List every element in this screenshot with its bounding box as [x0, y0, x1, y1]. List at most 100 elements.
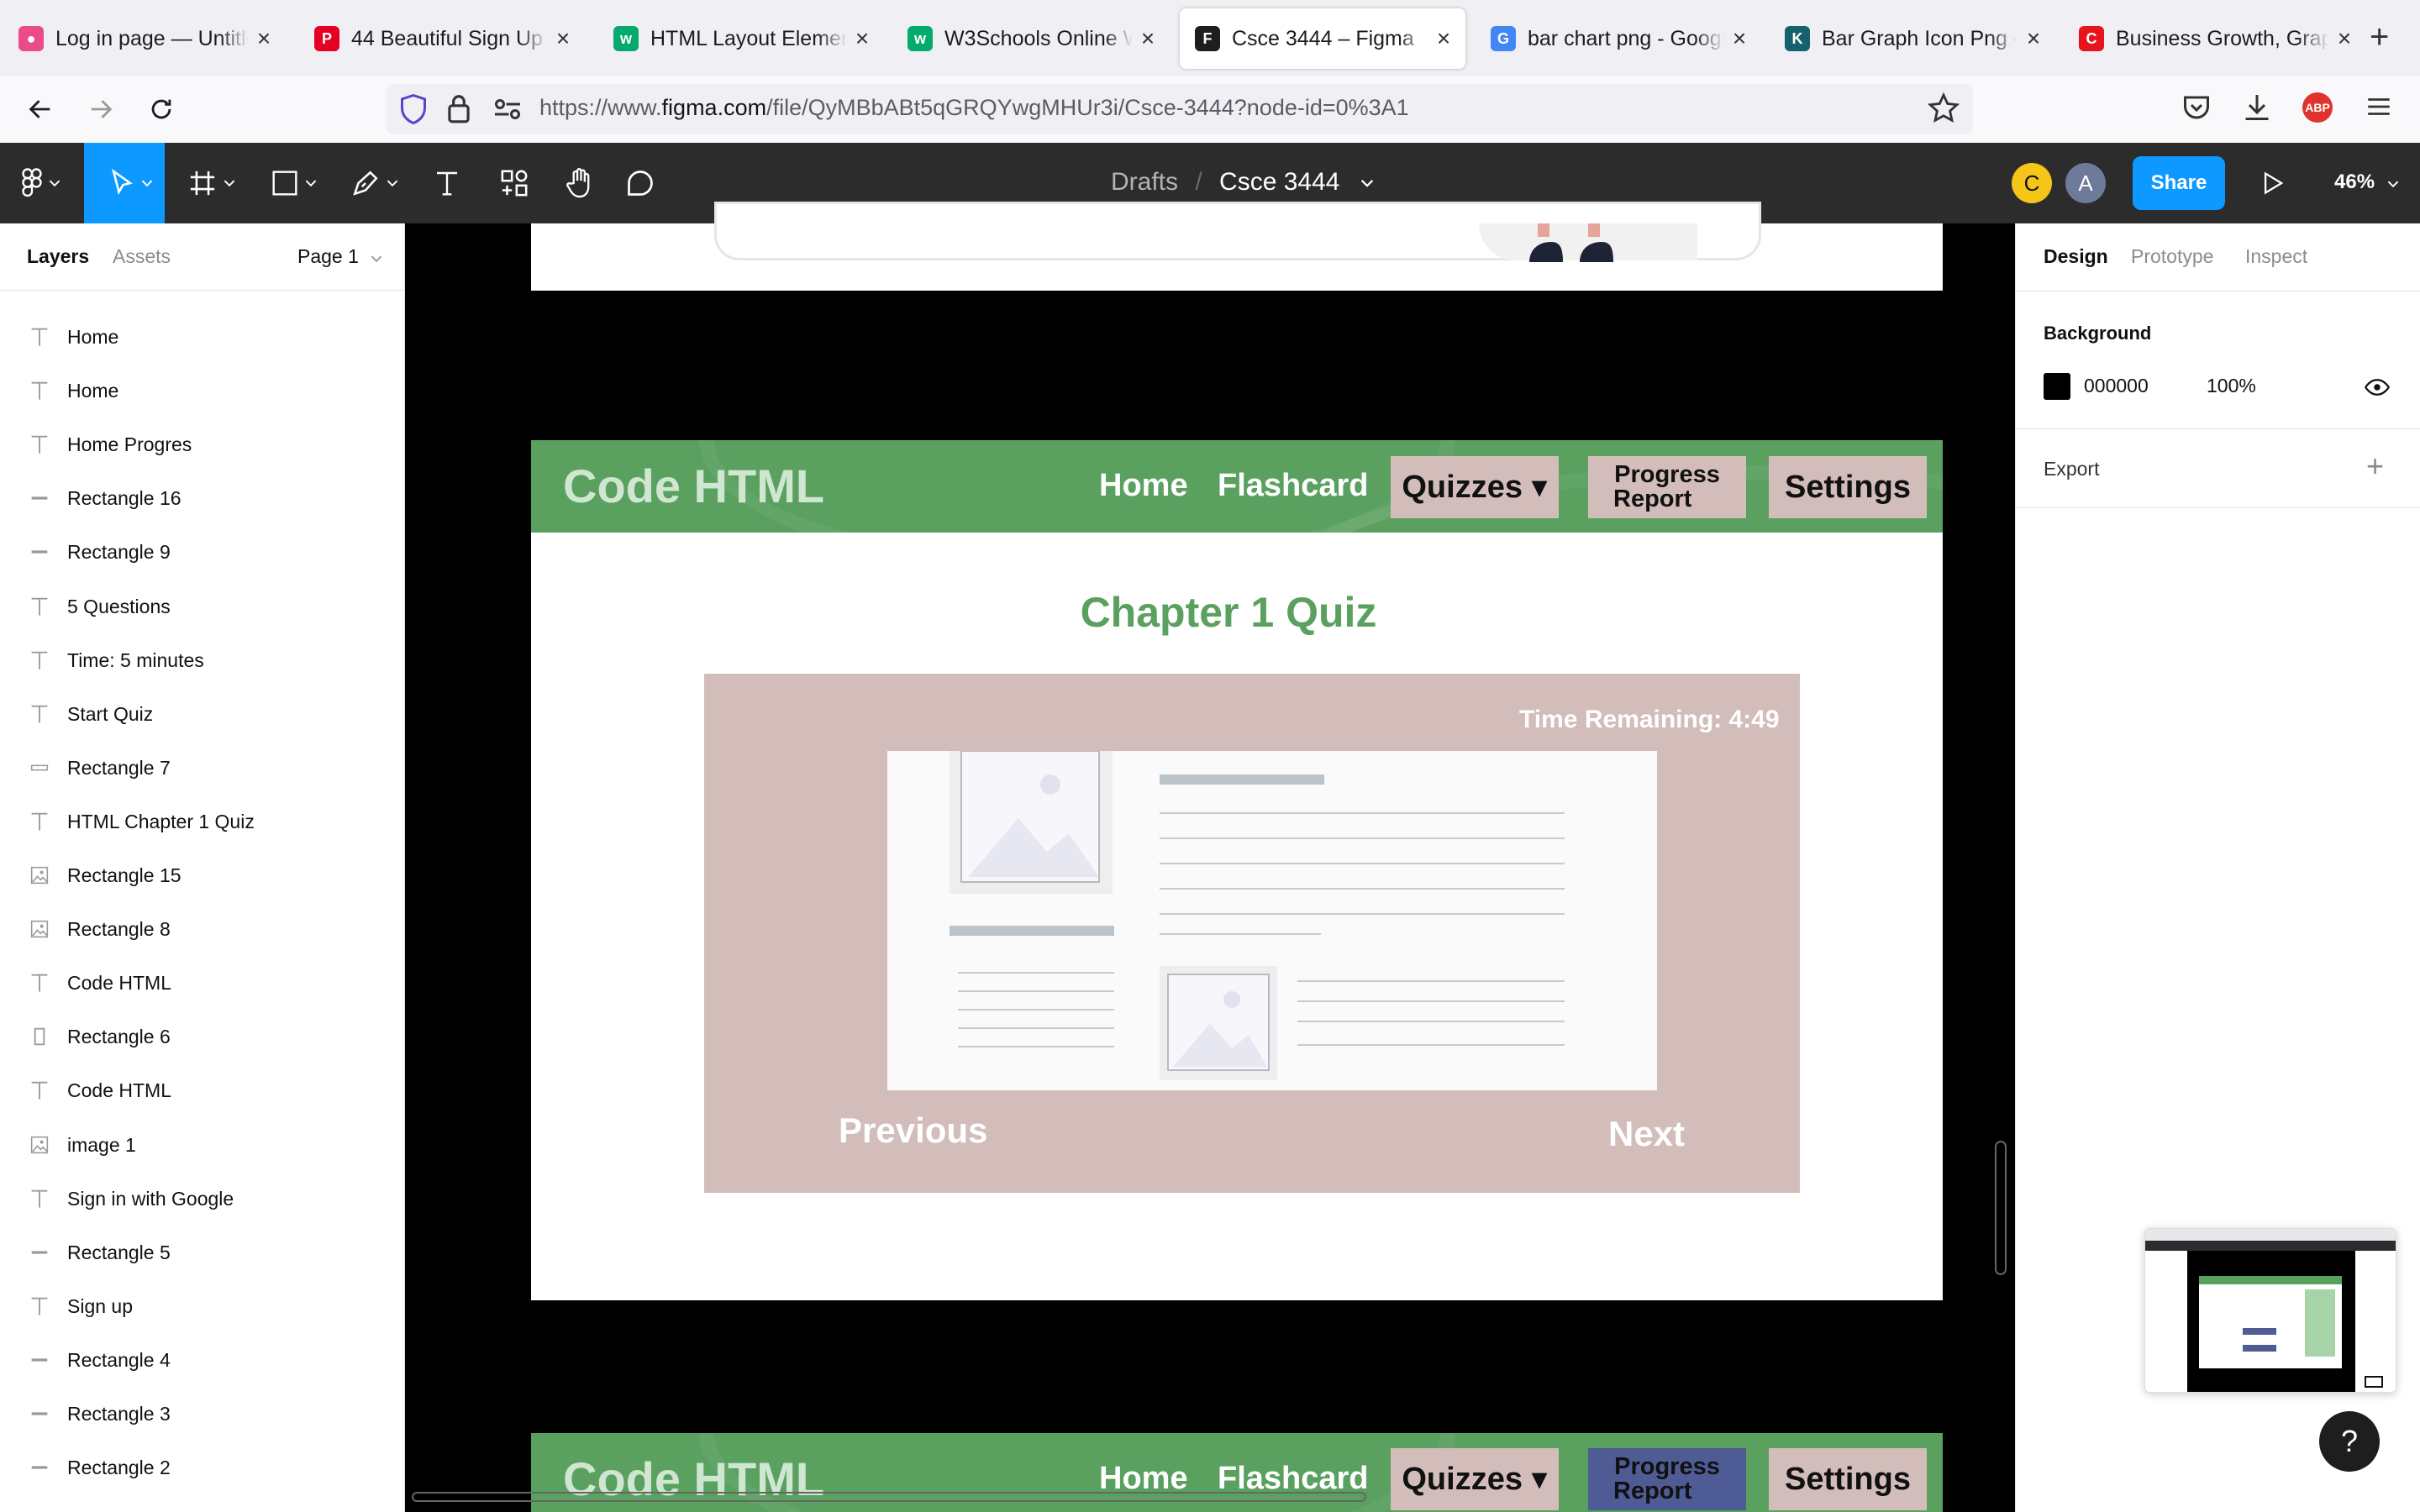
menu-hamburger-icon[interactable]	[2365, 92, 2393, 125]
line-layer-icon	[0, 1350, 67, 1370]
browser-tab[interactable]: ● Log in page — Untitled ×	[3, 8, 286, 69]
zoom-level[interactable]: 46%	[2334, 171, 2399, 194]
tab-inspect[interactable]: Inspect	[2245, 245, 2307, 268]
layer-row[interactable]: Code HTML	[0, 956, 403, 1010]
layer-row[interactable]: Sign up	[0, 1279, 403, 1333]
add-export-plus-icon[interactable]: +	[2366, 449, 2384, 484]
close-tab-icon[interactable]: ×	[553, 25, 573, 52]
nav-quizzes-button[interactable]: Quizzes ▾	[1391, 1448, 1559, 1510]
tab-layers[interactable]: Layers	[27, 245, 89, 268]
layer-row[interactable]: HTML Chapter 1 Quiz	[0, 795, 403, 848]
text-tool[interactable]	[420, 143, 474, 223]
nav-quizzes-button[interactable]: Quizzes ▾	[1391, 456, 1559, 518]
forward-button[interactable]	[81, 89, 121, 129]
line-layer-icon	[0, 1404, 67, 1424]
browser-tab[interactable]: Gbar chart png - Google ×	[1476, 8, 1761, 69]
reload-button[interactable]	[141, 89, 182, 129]
layer-row[interactable]: Rectangle 9	[0, 525, 403, 579]
layer-row[interactable]: 5 Questions	[0, 580, 403, 633]
bookmark-star-icon[interactable]	[1927, 92, 1960, 129]
browser-tab[interactable]: C Business Growth, Grap ×	[2064, 8, 2366, 69]
close-tab-icon[interactable]: ×	[1434, 25, 1454, 52]
visibility-eye-icon[interactable]	[2364, 375, 2391, 404]
avatar[interactable]: C	[2012, 163, 2052, 203]
file-breadcrumb[interactable]: Drafts / Csce 3444	[1111, 168, 1374, 197]
figma-favicon-icon: F	[1195, 26, 1220, 51]
site-logo[interactable]: Code HTML	[563, 459, 824, 513]
browser-tab[interactable]: w HTML Layout Elements×	[598, 8, 884, 69]
tab-prototype[interactable]: Prototype	[2131, 245, 2213, 268]
new-tab-button[interactable]: +	[2370, 18, 2389, 56]
chevron-down-icon[interactable]	[1360, 179, 1374, 187]
layer-row[interactable]: Home	[0, 364, 403, 417]
layer-row[interactable]: Start Quiz	[0, 687, 403, 741]
next-button[interactable]: Next	[1608, 1114, 1685, 1154]
shape-tool[interactable]	[262, 143, 326, 223]
layer-row[interactable]: Rectangle 3	[0, 1387, 403, 1441]
layer-row[interactable]: Sign in with Google	[0, 1172, 403, 1226]
canvas-minimap[interactable]	[2144, 1228, 2396, 1393]
frame-tool[interactable]	[180, 143, 244, 223]
layer-row[interactable]: Rectangle 8	[0, 902, 403, 956]
close-tab-icon[interactable]: ×	[1729, 25, 1749, 52]
help-button[interactable]: ?	[2319, 1411, 2380, 1472]
previous-button[interactable]: Previous	[839, 1110, 987, 1151]
pen-icon	[353, 171, 378, 196]
avatar[interactable]: A	[2065, 163, 2106, 203]
nav-flashcard[interactable]: Flashcard	[1218, 468, 1369, 504]
layer-row[interactable]: Rectangle 6	[0, 1010, 403, 1063]
layer-row[interactable]: Rectangle 2	[0, 1441, 403, 1494]
layer-row[interactable]: Rectangle 16	[0, 471, 403, 525]
hand-tool[interactable]	[553, 143, 607, 223]
layer-name: Sign in with Google	[67, 1187, 234, 1210]
layer-row[interactable]: image 1	[0, 1118, 403, 1172]
page-selector[interactable]: Page 1	[297, 245, 382, 268]
tab-assets[interactable]: Assets	[113, 245, 171, 268]
close-tab-icon[interactable]: ×	[2334, 25, 2354, 52]
layer-row[interactable]: Rectangle 4	[0, 1333, 403, 1387]
resources-tool[interactable]	[487, 143, 541, 223]
nav-home[interactable]: Home	[1099, 468, 1188, 504]
browser-tab[interactable]: P 44 Beautiful Sign Up fo ×	[299, 8, 585, 69]
close-tab-icon[interactable]: ×	[254, 25, 274, 52]
background-color-swatch[interactable]	[2044, 373, 2070, 400]
nav-progress-report-button-active[interactable]: Progress Report	[1588, 1448, 1746, 1510]
layer-row[interactable]: Time: 5 minutes	[0, 633, 403, 687]
browser-tab[interactable]: K Bar Graph Icon Png - E ×	[1770, 8, 2055, 69]
layer-row[interactable]: Rectangle 15	[0, 848, 403, 902]
close-tab-icon[interactable]: ×	[2023, 25, 2044, 52]
tab-design[interactable]: Design	[2044, 245, 2108, 268]
layer-row[interactable]: Home	[0, 310, 403, 364]
url-text[interactable]: https://www.figma.com/file/QyMBbABt5qGRQ…	[539, 95, 1409, 121]
permissions-icon[interactable]	[492, 96, 523, 127]
line-layer-icon	[0, 1242, 67, 1263]
background-opacity-input[interactable]: 100%	[2207, 375, 2256, 397]
layer-row[interactable]: Home Progres	[0, 417, 403, 471]
back-button[interactable]	[20, 89, 60, 129]
close-tab-icon[interactable]: ×	[852, 25, 872, 52]
comment-tool[interactable]	[613, 143, 667, 223]
browser-tab[interactable]: w W3Schools Online Web×	[892, 8, 1170, 69]
downloads-icon[interactable]	[2242, 91, 2272, 129]
nav-settings-button[interactable]: Settings	[1769, 456, 1927, 518]
horizontal-scrollbar[interactable]	[412, 1492, 1366, 1502]
layer-row[interactable]: Rectangle 7	[0, 741, 403, 795]
close-tab-icon[interactable]: ×	[1138, 25, 1158, 52]
layer-row[interactable]: Code HTML	[0, 1063, 403, 1117]
vertical-scrollbar[interactable]	[1995, 1141, 2007, 1275]
figma-main-menu[interactable]	[12, 143, 71, 223]
lock-icon[interactable]	[445, 92, 472, 129]
file-name[interactable]: Csce 3444	[1219, 168, 1339, 196]
browser-tab[interactable]: F Csce 3444 – Figma ×	[1180, 8, 1465, 69]
present-button[interactable]	[2252, 143, 2294, 223]
background-hex-input[interactable]: 000000	[2084, 375, 2149, 397]
layer-row[interactable]: Rectangle 5	[0, 1226, 403, 1279]
nav-settings-button[interactable]: Settings	[1769, 1448, 1927, 1510]
pen-tool[interactable]	[343, 143, 407, 223]
breadcrumb-drafts[interactable]: Drafts	[1111, 168, 1178, 196]
share-button[interactable]: Share	[2133, 156, 2225, 210]
pocket-icon[interactable]	[2181, 92, 2212, 127]
adblock-extension-icon[interactable]: ABP	[2302, 92, 2333, 123]
nav-progress-report-button[interactable]: Progress Report	[1588, 456, 1746, 518]
tracking-shield-icon[interactable]	[398, 92, 429, 130]
